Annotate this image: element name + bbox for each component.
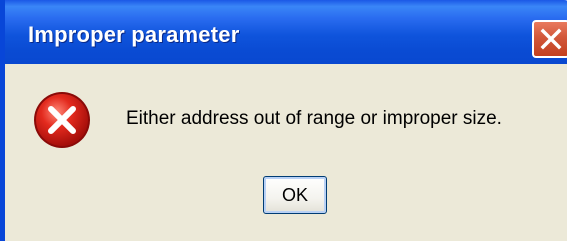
error-icon [34, 92, 90, 148]
ok-button[interactable]: OK [263, 176, 327, 214]
window-title: Improper parameter [28, 22, 240, 47]
title-bar[interactable]: Improper parameter [5, 0, 567, 64]
close-icon [540, 28, 562, 50]
close-button[interactable] [532, 20, 567, 58]
error-message: Either address out of range or improper … [126, 108, 502, 129]
